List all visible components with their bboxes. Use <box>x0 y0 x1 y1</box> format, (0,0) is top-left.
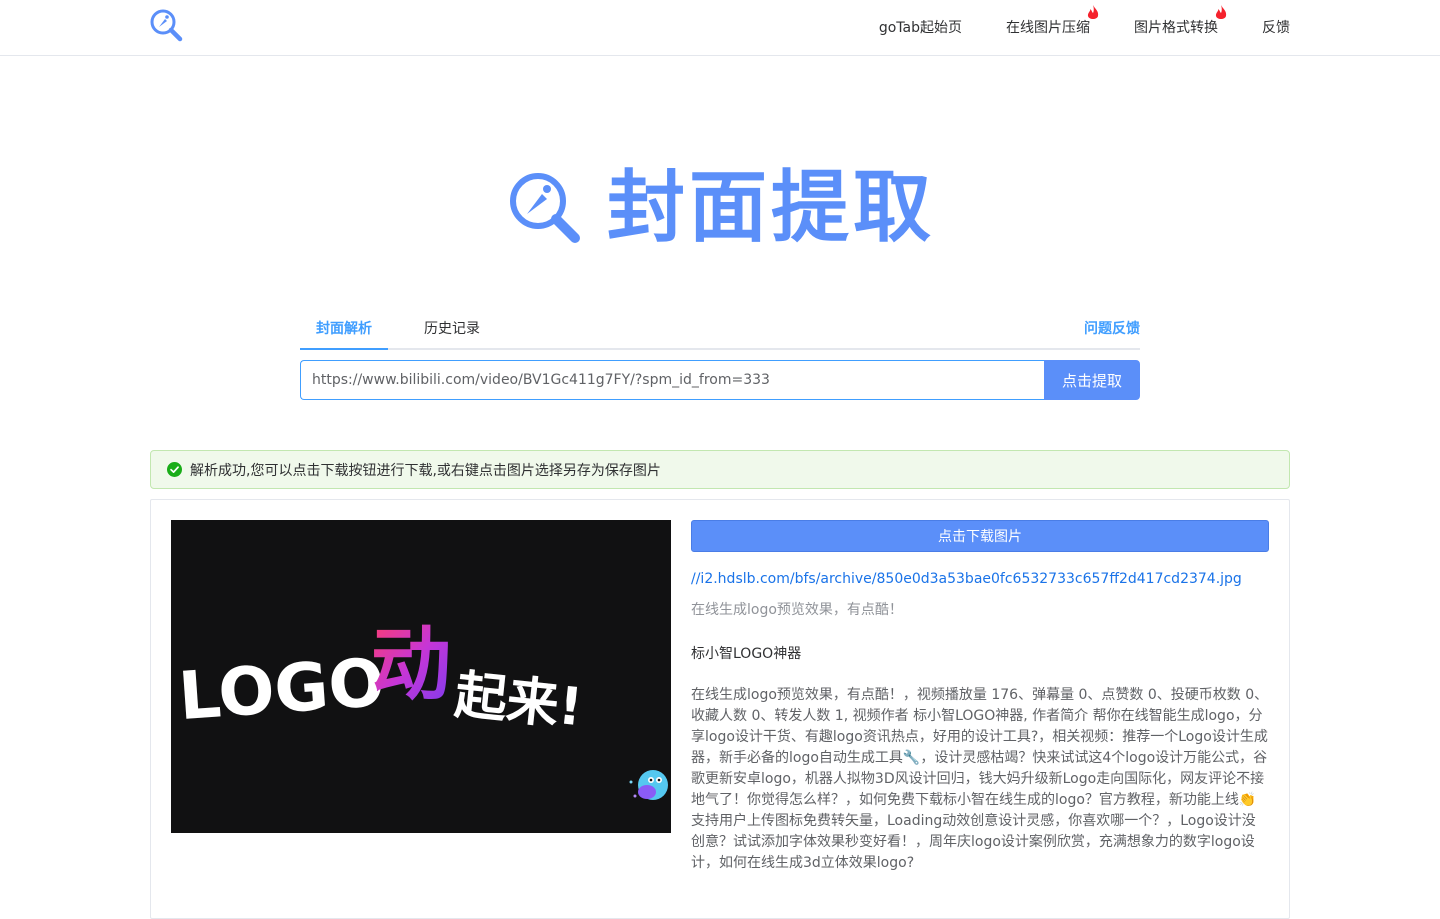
nav-item-label: 在线图片压缩 <box>1006 19 1090 36</box>
tab-active-indicator <box>300 348 388 350</box>
result-info: 点击下载图片 //i2.hdslb.com/bfs/archive/850e0d… <box>691 520 1269 874</box>
video-url-input[interactable] <box>300 360 1044 400</box>
magnifier-logo-icon[interactable] <box>148 7 184 43</box>
nav-item-label: goTab起始页 <box>878 19 962 36</box>
success-alert: 解析成功,您可以点击下载按钮进行下载,或右键点击图片选择另存为保存图片 <box>150 450 1290 489</box>
cover-text-dong: 动 <box>371 618 451 711</box>
image-url-link[interactable]: //i2.hdslb.com/bfs/archive/850e0d3a53bae… <box>691 571 1269 587</box>
nav-item-image-compress[interactable]: 在线图片压缩 <box>1006 4 1099 38</box>
download-image-button[interactable]: 点击下载图片 <box>691 520 1269 552</box>
top-navbar: goTab起始页 在线图片压缩 图片格式转换 反馈 <box>0 0 1440 56</box>
cover-text-logo: LOGO <box>176 644 387 735</box>
hero-banner: 封面提取 <box>0 158 1440 258</box>
issue-feedback-link[interactable]: 问题反馈 <box>1084 310 1140 350</box>
magnifier-logo-icon <box>509 173 580 243</box>
tab-history[interactable]: 历史记录 <box>424 310 480 350</box>
result-card: LOGO 动 起来! 点击下载图片 //i2.hdslb.com/bfs/arc… <box>150 499 1290 919</box>
alert-message: 解析成功,您可以点击下载按钮进行下载,或右键点击图片选择另存为保存图片 <box>190 462 661 479</box>
nav-item-gotab[interactable]: goTab起始页 <box>879 18 962 38</box>
url-search-form: 点击提取 <box>300 360 1140 400</box>
extract-button[interactable]: 点击提取 <box>1044 360 1140 400</box>
fire-icon <box>1087 4 1099 19</box>
main-nav: goTab起始页 在线图片压缩 图片格式转换 反馈 <box>879 0 1290 55</box>
cover-image[interactable]: LOGO 动 起来! <box>171 520 671 833</box>
nav-item-label: 反馈 <box>1262 19 1290 36</box>
tab-bar: 封面解析 历史记录 问题反馈 <box>300 310 1140 350</box>
nav-item-format-convert[interactable]: 图片格式转换 <box>1134 4 1227 38</box>
nav-item-feedback[interactable]: 反馈 <box>1262 18 1290 38</box>
tab-cover-parse[interactable]: 封面解析 <box>300 310 388 350</box>
nav-item-label: 图片格式转换 <box>1134 19 1218 36</box>
video-uploader: 标小智LOGO神器 <box>691 646 802 662</box>
check-circle-icon <box>167 462 182 477</box>
video-title: 在线生成logo预览效果，有点酷！ <box>691 602 903 618</box>
fire-icon <box>1215 4 1227 19</box>
video-description: 在线生成logo预览效果，有点酷！，视频播放量 176、弹幕量 0、点赞数 0、… <box>691 687 1269 871</box>
cover-artwork: LOGO 动 起来! <box>171 520 671 833</box>
page-title: 封面提取 <box>606 163 935 253</box>
